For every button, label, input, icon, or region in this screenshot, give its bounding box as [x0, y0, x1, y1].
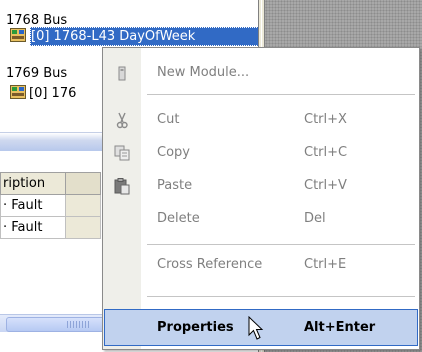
tree-item-label: [0] 176 [29, 86, 77, 101]
tree-item-1769-bus[interactable]: 1769 Bus [6, 64, 67, 84]
context-menu: New Module... Cut Ctrl+X Copy Ctrl+C Pas… [102, 47, 420, 350]
menu-separator [147, 94, 415, 95]
tree-item-label: [0] 1768-L43 DayOfWeek [31, 29, 196, 44]
module-icon [10, 85, 26, 99]
paste-icon [114, 178, 130, 195]
table-row[interactable]: · Fault [0, 194, 101, 217]
tree-item-1769-module[interactable]: [0] 176 [10, 84, 76, 104]
menu-item-delete[interactable]: Delete Del [104, 200, 418, 237]
tree-item-1768-l43[interactable] [10, 27, 29, 47]
menu-item-cut[interactable]: Cut Ctrl+X [104, 101, 418, 138]
module-icon [10, 28, 26, 42]
grid-column-description: ription [0, 172, 66, 195]
menu-item-paste[interactable]: Paste Ctrl+V [104, 167, 418, 204]
grid-cell: · Fault [0, 216, 66, 239]
properties-grid: ription · Fault · Fault [0, 172, 101, 239]
grip-icon [67, 321, 89, 328]
copy-icon [114, 145, 130, 161]
tree-item-label: 1769 Bus [6, 66, 68, 81]
menu-item-copy[interactable]: Copy Ctrl+C [104, 134, 418, 171]
table-row[interactable]: · Fault [0, 216, 101, 239]
menu-separator [147, 244, 415, 245]
menu-item-cross-reference[interactable]: Cross Reference Ctrl+E [104, 246, 418, 283]
mouse-pointer-icon [248, 316, 264, 340]
menu-item-new-module[interactable]: New Module... [104, 54, 418, 91]
selected-tree-item[interactable]: [0] 1768-L43 DayOfWeek [30, 27, 259, 46]
grid-cell: · Fault [0, 194, 66, 217]
tree-item-label: 1768 Bus [6, 13, 68, 28]
menu-separator [147, 296, 415, 297]
scissors-icon [116, 112, 128, 129]
new-module-icon [118, 66, 126, 81]
